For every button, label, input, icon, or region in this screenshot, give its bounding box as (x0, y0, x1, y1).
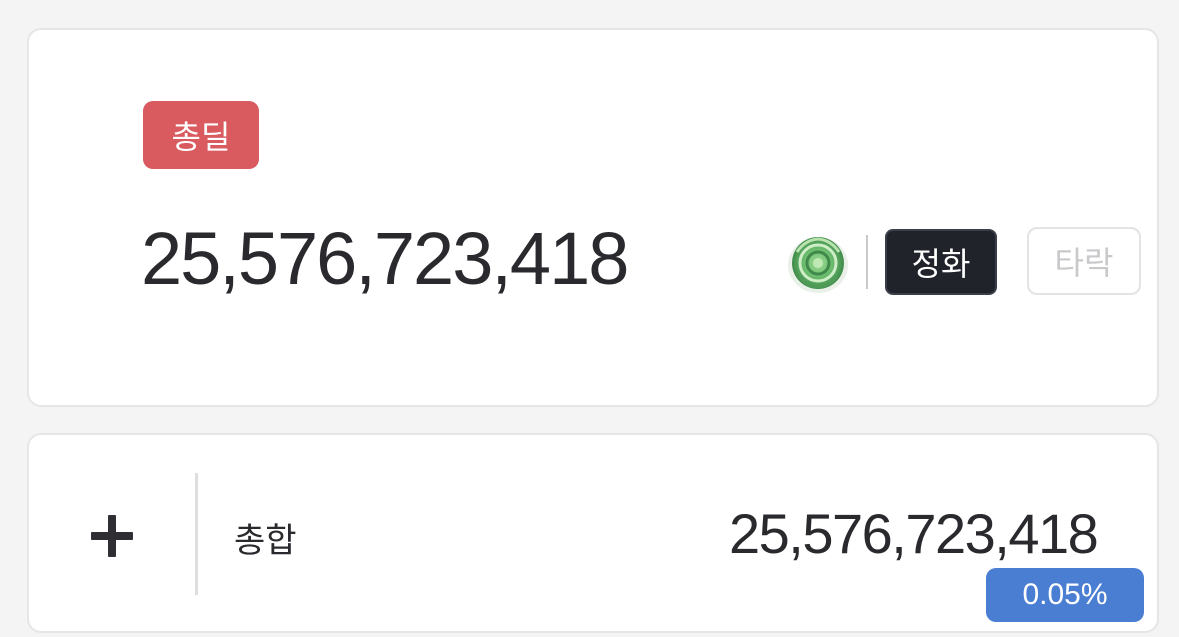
summary-card: 총합 25,576,723,418 0.05% (27, 433, 1159, 633)
total-damage-badge: 총딜 (143, 101, 259, 169)
divider (195, 473, 198, 595)
damage-card: 총딜 25,576,723,418 정화 타락 (27, 28, 1159, 407)
total-damage-value: 25,576,723,418 (141, 217, 629, 300)
sum-value: 25,576,723,418 (729, 502, 1099, 565)
percent-badge: 0.05% (986, 568, 1144, 622)
refine-button[interactable]: 정화 (885, 229, 997, 295)
divider (866, 235, 868, 289)
sum-label: 총합 (234, 521, 297, 561)
green-rose-gem-icon[interactable] (785, 230, 851, 296)
plus-icon[interactable] (91, 515, 133, 557)
degrade-button[interactable]: 타락 (1027, 227, 1141, 295)
